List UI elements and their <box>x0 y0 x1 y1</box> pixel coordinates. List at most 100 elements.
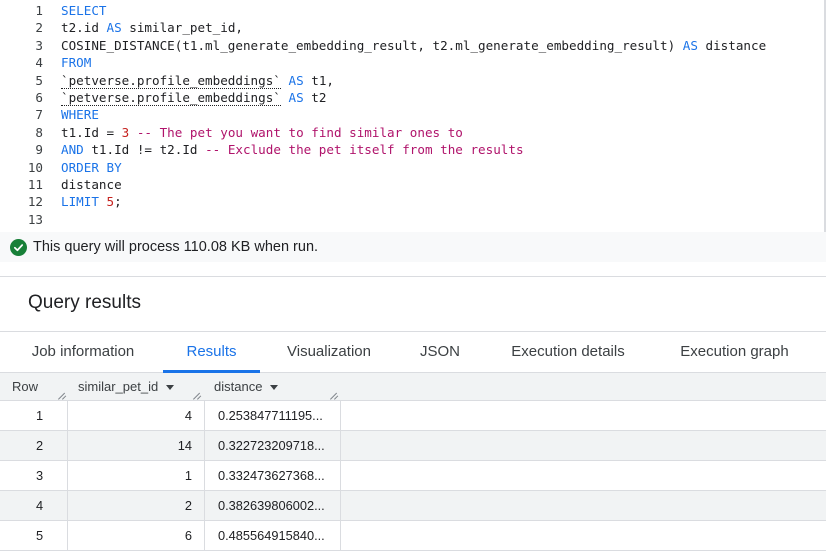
tab-job-information[interactable]: Job information <box>16 332 150 372</box>
sql-text: similar_pet_id, <box>121 20 243 36</box>
sql-text: t1.Id != t2.Id <box>83 142 206 158</box>
line-number: 1 <box>35 3 43 18</box>
column-header-distance[interactable]: distance <box>214 373 279 401</box>
check-circle-icon <box>10 238 27 256</box>
cell-similar-pet-id[interactable]: 14 <box>67 431 204 461</box>
cell-distance[interactable]: 0.253847711195... <box>204 401 341 431</box>
line-number: 13 <box>27 211 43 227</box>
code-line[interactable]: 7 WHERE <box>0 106 826 123</box>
code-line[interactable]: 12 LIMIT 5; <box>0 193 826 210</box>
cell-distance[interactable]: 0.382639806002... <box>204 491 341 521</box>
code-text: AND t1.Id != t2.Id -- Exclude the pet it… <box>61 141 524 158</box>
line-number: 11 <box>27 177 43 192</box>
sql-comment: -- Exclude the pet itself from the resul… <box>205 142 524 158</box>
table-header: Row similar_pet_id distance <box>0 373 826 401</box>
cell-distance[interactable]: 0.332473627368... <box>204 461 341 491</box>
column-resize-handle[interactable] <box>330 391 338 399</box>
column-label: distance <box>214 379 263 394</box>
code-text: FROM <box>61 54 91 71</box>
query-validation-bar: This query will process 110.08 KB when r… <box>0 232 826 262</box>
code-text: t2.id AS similar_pet_id, <box>61 19 243 36</box>
code-line[interactable]: 9 AND t1.Id != t2.Id -- Exclude the pet i… <box>0 141 826 158</box>
tab-visualization[interactable]: Visualization <box>273 332 385 372</box>
line-number: 3 <box>35 37 43 53</box>
table-row: 3 1 0.332473627368... <box>0 461 826 491</box>
row-number: 1 <box>36 408 44 423</box>
sql-text: distance <box>61 177 122 192</box>
table-row: 2 14 0.322723209718... <box>0 431 826 461</box>
column-resize-handle[interactable] <box>193 391 201 399</box>
line-number: 7 <box>35 107 43 123</box>
code-text: `petverse.profile_embeddings` AS t2 <box>61 89 326 106</box>
code-text: COSINE_DISTANCE(t1.ml_generate_embedding… <box>61 37 766 54</box>
table-row: 1 4 0.253847711195... <box>0 401 826 431</box>
code-line[interactable]: 1 SELECT <box>0 2 826 19</box>
sql-text: COSINE_DISTANCE(t1.ml_generate_embedding… <box>61 37 683 53</box>
line-number: 5 <box>35 72 43 88</box>
column-label: similar_pet_id <box>78 379 159 394</box>
sql-keyword: ORDER BY <box>61 159 122 175</box>
code-line[interactable]: 13 <box>0 211 826 228</box>
cell-similar-pet-id[interactable]: 4 <box>67 401 204 431</box>
line-number: 9 <box>35 142 43 158</box>
code-text: `petverse.profile_embeddings` AS t1, <box>61 72 334 89</box>
sql-text: t1.Id = <box>61 124 122 140</box>
sql-keyword: AS <box>106 20 122 36</box>
sql-keyword: LIMIT <box>61 194 99 210</box>
row-number: 3 <box>36 468 44 483</box>
code-line[interactable]: 2 t2.id AS similar_pet_id, <box>0 19 826 36</box>
sql-editor[interactable]: 1 SELECT 2 t2.id AS similar_pet_id, 3 COSINE_… <box>0 0 826 232</box>
row-number: 2 <box>36 438 44 453</box>
table-row: 5 6 0.485564915840... <box>0 521 826 551</box>
table-row: 4 2 0.382639806002... <box>0 491 826 521</box>
code-text: SELECT <box>61 2 107 19</box>
cell-similar-pet-id[interactable]: 6 <box>67 521 204 551</box>
sql-keyword: WHERE <box>61 107 99 123</box>
sql-text: distance <box>697 37 767 53</box>
tab-json[interactable]: JSON <box>405 332 475 372</box>
column-resize-handle[interactable] <box>58 391 66 399</box>
line-number: 6 <box>35 90 43 105</box>
column-header-similar-pet-id[interactable]: similar_pet_id <box>78 373 175 401</box>
line-number: 4 <box>35 55 43 71</box>
results-tabs: Job information Results Visualization JS… <box>0 331 826 373</box>
chevron-down-icon[interactable] <box>270 385 279 391</box>
code-line[interactable]: 5 `petverse.profile_embeddings` AS t1, <box>0 72 826 89</box>
cell-similar-pet-id[interactable]: 1 <box>67 461 204 491</box>
sql-keyword: SELECT <box>61 3 107 18</box>
sql-comment: -- The pet you want to find similar ones… <box>129 124 463 140</box>
code-line[interactable]: 10 ORDER BY <box>0 159 826 176</box>
chevron-down-icon[interactable] <box>166 385 175 391</box>
column-header-row: Row <box>12 379 39 394</box>
cell-distance[interactable]: 0.322723209718... <box>204 431 341 461</box>
sql-number: 5 <box>106 194 115 210</box>
cell-distance[interactable]: 0.485564915840... <box>204 521 341 551</box>
code-text: WHERE <box>61 106 99 123</box>
tab-execution-graph[interactable]: Execution graph <box>662 332 807 372</box>
sql-keyword: AND <box>61 142 84 158</box>
code-line[interactable]: 11 distance <box>0 176 826 193</box>
code-line[interactable]: 8 t1.Id = 3 -- The pet you want to find s… <box>0 124 826 141</box>
sql-table-ref: `petverse.profile_embeddings` <box>61 72 281 89</box>
code-text: ORDER BY <box>61 159 122 176</box>
line-number: 10 <box>27 159 43 175</box>
sql-keyword: AS <box>288 90 304 105</box>
code-text: LIMIT 5; <box>61 193 122 210</box>
sql-text: ; <box>114 194 122 210</box>
line-number: 8 <box>35 124 43 140</box>
validation-message: This query will process 110.08 KB when r… <box>33 239 319 255</box>
sql-keyword: AS <box>288 72 304 88</box>
code-text: t1.Id = 3 -- The pet you want to find si… <box>61 124 463 141</box>
code-line[interactable]: 4 FROM <box>0 54 826 71</box>
code-line[interactable]: 3 COSINE_DISTANCE(t1.ml_generate_embeddin… <box>0 37 826 54</box>
tab-execution-details[interactable]: Execution details <box>494 332 642 372</box>
sql-text: t2.id <box>61 20 107 36</box>
code-line[interactable]: 6 `petverse.profile_embeddings` AS t2 <box>0 89 826 106</box>
cell-similar-pet-id[interactable]: 2 <box>67 491 204 521</box>
row-number: 4 <box>36 498 44 513</box>
sql-text: t1, <box>303 72 334 88</box>
code-text: distance <box>61 176 122 193</box>
tab-results[interactable]: Results <box>163 332 260 373</box>
sql-keyword: AS <box>682 37 698 53</box>
